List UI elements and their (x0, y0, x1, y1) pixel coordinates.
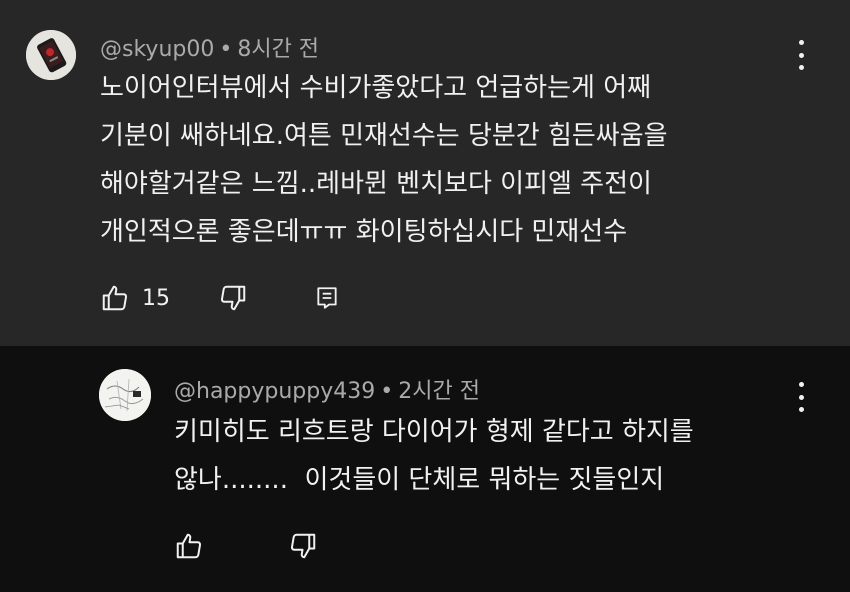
comment-actions: 15 (100, 283, 340, 313)
comment-meta: @happypuppy439 • 2시간 전 (174, 373, 480, 405)
meta-separator: • (380, 379, 394, 404)
like-count: 15 (142, 285, 170, 311)
author-name[interactable]: @skyup00 (100, 37, 214, 62)
comment-thread-1: @skyup00 • 8시간 전 노이어인터뷰에서 수비가좋았다고 언급하는게 어째… (0, 0, 850, 346)
dislike-button[interactable] (288, 531, 318, 561)
dislike-button[interactable] (218, 283, 248, 313)
comment-reply-1: @happypuppy439 • 2시간 전 키미히도 리흐트랑 다이어가 형제 같… (0, 346, 850, 592)
like-button[interactable] (174, 531, 204, 561)
more-vert-icon[interactable] (791, 382, 811, 412)
comment-text: 노이어인터뷰에서 수비가좋았다고 언급하는게 어째 기분이 쌔하네요.여튼 민재… (100, 73, 668, 247)
author-name[interactable]: @happypuppy439 (174, 379, 375, 404)
avatar[interactable] (99, 369, 151, 421)
avatar-phone-image (26, 30, 76, 80)
like-button[interactable]: 15 (100, 283, 170, 313)
reply-button[interactable] (314, 285, 340, 311)
more-vert-icon[interactable] (791, 40, 811, 70)
comment-time[interactable]: 8시간 전 (237, 37, 319, 62)
comment-actions (174, 531, 318, 561)
avatar[interactable] (26, 30, 76, 80)
thumbs-up-icon (176, 533, 202, 559)
reply-comment-icon (317, 287, 337, 309)
comment-text: 키미히도 리흐트랑 다이어가 형제 같다고 하지를 않나........ 이것들… (174, 417, 694, 495)
avatar-sketch-image (99, 369, 151, 421)
comment-time[interactable]: 2시간 전 (398, 379, 480, 404)
thumbs-down-icon (220, 285, 246, 311)
thumbs-down-icon (290, 533, 316, 559)
thumbs-up-icon (102, 285, 128, 311)
comment-meta: @skyup00 • 8시간 전 (100, 31, 319, 63)
meta-separator: • (219, 37, 233, 62)
